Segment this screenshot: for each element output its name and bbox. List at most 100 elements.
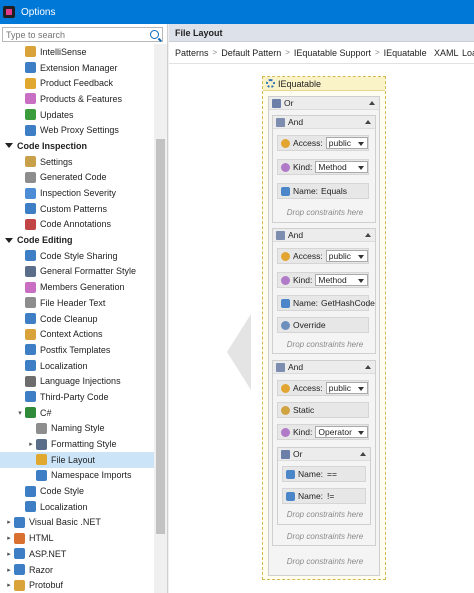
tree-item-code-editing[interactable]: Code Editing — [0, 232, 154, 248]
tree-item-code-cleanup[interactable]: Code Cleanup — [0, 311, 154, 327]
tree-item-context-actions[interactable]: Context Actions — [0, 326, 154, 342]
collapse-icon[interactable] — [365, 120, 371, 124]
scrollbar-thumb[interactable] — [156, 139, 165, 534]
gear-icon — [266, 79, 275, 88]
expanded-caret-icon[interactable] — [4, 141, 14, 151]
tree-item-protobuf[interactable]: ▸ Protobuf — [0, 577, 154, 593]
collapsed-caret-icon[interactable]: ▸ — [4, 534, 14, 542]
and-block-gethashcode[interactable]: And Access: public Kind: Method Name: Ge… — [272, 228, 376, 354]
name-constraint-not-equals-op[interactable]: Name: != — [282, 488, 366, 504]
tree-item-namespace-imports[interactable]: Namespace Imports — [0, 468, 154, 484]
tree-item-localization[interactable]: Localization — [0, 358, 154, 374]
tab-xaml[interactable]: XAML — [434, 48, 459, 58]
navigate-back-arrow-icon[interactable] — [227, 314, 251, 390]
kind-constraint[interactable]: Kind: Method — [277, 159, 369, 175]
collapse-icon[interactable] — [365, 233, 371, 237]
drop-zone[interactable]: Drop constraints here — [273, 340, 377, 349]
tree-item-localization[interactable]: Localization — [0, 499, 154, 515]
kind-label: Kind: — [293, 275, 313, 285]
kind-constraint[interactable]: Kind: Operator — [277, 424, 369, 440]
expanded-caret-icon[interactable]: ▾ — [15, 409, 25, 417]
tree-item-code-style-sharing[interactable]: Code Style Sharing — [0, 248, 154, 264]
kind-dropdown[interactable]: Method — [315, 274, 368, 286]
static-constraint[interactable]: Static — [277, 402, 369, 418]
drop-zone[interactable]: Drop constraints here — [273, 208, 377, 217]
tree-item-web-proxy-settings[interactable]: Web Proxy Settings — [0, 122, 154, 138]
collapsed-caret-icon[interactable]: ▸ — [4, 550, 14, 558]
access-constraint[interactable]: Access: public — [277, 380, 369, 396]
expanded-caret-icon[interactable] — [4, 235, 14, 245]
search-icon[interactable] — [150, 30, 159, 39]
tree-item-file-layout[interactable]: File Layout — [0, 451, 154, 468]
tree-item-code-inspection[interactable]: Code Inspection — [0, 138, 154, 154]
tree-item-language-injections[interactable]: Language Injections — [0, 373, 154, 389]
and-block-equals[interactable]: And Access: public Kind: Method Name: Eq… — [272, 115, 376, 223]
tree-item-naming-style[interactable]: Naming Style — [0, 421, 154, 437]
name-constraint[interactable]: Name: GetHashCode — [277, 295, 375, 311]
drop-zone[interactable]: Drop constraints here — [278, 510, 372, 519]
settings-page-icon — [25, 360, 36, 372]
tree-item-c[interactable]: ▾ C# — [0, 405, 154, 421]
kind-dropdown[interactable]: Method — [315, 161, 368, 173]
tree-item-general-formatter-style[interactable]: General Formatter Style — [0, 264, 154, 280]
tree-item-inspection-severity[interactable]: Inspection Severity — [0, 185, 154, 201]
tree-item-formatting-style[interactable]: ▸ Formatting Style — [0, 436, 154, 452]
breadcrumb: Patterns > Default Pattern > IEquatable … — [169, 42, 474, 64]
access-dropdown[interactable]: public — [325, 382, 368, 394]
tree-item-html[interactable]: ▸ HTML — [0, 530, 154, 546]
tree-item-custom-patterns[interactable]: Custom Patterns — [0, 201, 154, 217]
kind-dropdown[interactable]: Operator — [315, 426, 368, 438]
collapse-icon[interactable] — [365, 365, 371, 369]
name-constraint-equals-op[interactable]: Name: == — [282, 466, 366, 482]
tree-item-postfix-templates[interactable]: Postfix Templates — [0, 342, 154, 358]
access-dropdown[interactable]: public — [325, 137, 368, 149]
settings-page-icon — [25, 265, 36, 277]
tree-item-product-feedback[interactable]: Product Feedback — [0, 75, 154, 91]
drop-zone[interactable]: Drop constraints here — [269, 557, 381, 566]
collapsed-caret-icon[interactable]: ▸ — [4, 518, 14, 526]
name-constraint[interactable]: Name: Equals — [277, 183, 369, 199]
kind-constraint[interactable]: Kind: Method — [277, 272, 369, 288]
tree-item-members-generation[interactable]: Members Generation — [0, 279, 154, 295]
tree-item-updates[interactable]: Updates — [0, 107, 154, 123]
tab-load[interactable]: Loa — [462, 48, 474, 58]
tree-item-settings[interactable]: Settings — [0, 154, 154, 170]
access-constraint[interactable]: Access: public — [277, 248, 369, 264]
tree-item-asp-net[interactable]: ▸ ASP.NET — [0, 546, 154, 562]
breadcrumb-patterns[interactable]: Patterns — [175, 48, 209, 58]
tree-item-code-style[interactable]: Code Style — [0, 483, 154, 499]
tree-item-label: ASP.NET — [29, 548, 67, 559]
access-dropdown[interactable]: public — [325, 250, 368, 262]
collapse-icon[interactable] — [360, 452, 366, 456]
tree-item-label: Protobuf — [29, 580, 64, 591]
and-block-operators[interactable]: And Access: public Static Kind: Operator — [272, 360, 376, 546]
collapsed-caret-icon[interactable]: ▸ — [4, 581, 14, 589]
tree-item-intellisense[interactable]: IntelliSense — [0, 44, 154, 60]
tree-item-file-header-text[interactable]: File Header Text — [0, 295, 154, 311]
tree-item-generated-code[interactable]: Generated Code — [0, 170, 154, 186]
tree-item-visual-basic-net[interactable]: ▸ Visual Basic .NET — [0, 515, 154, 531]
override-constraint[interactable]: Override — [277, 317, 369, 333]
collapse-icon[interactable] — [369, 101, 375, 105]
access-constraint[interactable]: Access: public — [277, 135, 369, 151]
or-block[interactable]: Or And Access: public Kind: Method Name:… — [268, 96, 380, 576]
tree-item-products-features[interactable]: Products & Features — [0, 91, 154, 107]
breadcrumb-iequatable-support[interactable]: IEquatable Support — [294, 48, 371, 58]
breadcrumb-default-pattern[interactable]: Default Pattern — [221, 48, 281, 58]
search-box[interactable] — [2, 27, 163, 42]
search-input[interactable] — [6, 29, 146, 40]
or-name-block[interactable]: Or Name: == Name: != Drop constraints he… — [277, 447, 371, 525]
settings-page-icon — [36, 438, 47, 450]
collapsed-caret-icon[interactable]: ▸ — [4, 566, 14, 574]
tree-item-third-party-code[interactable]: Third-Party Code — [0, 389, 154, 405]
tree-item-extension-manager[interactable]: Extension Manager — [0, 60, 154, 76]
collapsed-caret-icon[interactable]: ▸ — [26, 440, 36, 448]
drop-zone[interactable]: Drop constraints here — [273, 532, 377, 541]
breadcrumb-iequatable[interactable]: IEquatable — [384, 48, 427, 58]
tree-item-code-annotations[interactable]: Code Annotations — [0, 217, 154, 233]
static-icon — [281, 405, 290, 415]
iequatable-entry[interactable]: IEquatable Or And Access: public Kind: M… — [262, 76, 386, 580]
tree-item-razor[interactable]: ▸ Razor — [0, 562, 154, 578]
tree-item-label: Code Style — [40, 486, 85, 497]
tree-scrollbar[interactable] — [154, 44, 167, 593]
